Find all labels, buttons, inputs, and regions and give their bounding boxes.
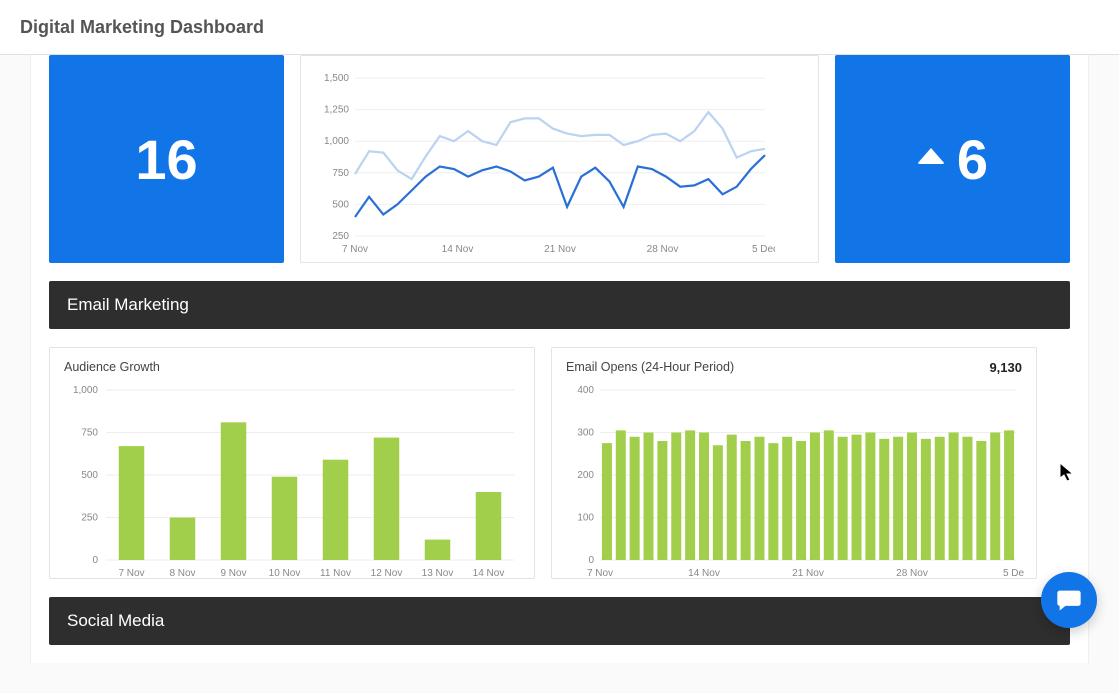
chat-bubble-button[interactable] (1041, 572, 1097, 628)
svg-text:10 Nov: 10 Nov (269, 568, 301, 579)
email-row: Audience Growth 0 250 500 750 1,000 7 Nov 8 No… (49, 347, 1070, 579)
svg-text:28 Nov: 28 Nov (647, 244, 679, 255)
svg-text:14 Nov: 14 Nov (688, 568, 720, 579)
svg-text:750: 750 (81, 428, 98, 439)
line-chart: 250 500 750 1,000 1,250 1,500 7 Nov 14 Nov 21 No… (315, 68, 804, 258)
svg-text:1,000: 1,000 (324, 136, 349, 147)
svg-text:5 Dec: 5 Dec (752, 244, 775, 255)
svg-text:1,000: 1,000 (73, 385, 98, 396)
svg-text:0: 0 (588, 555, 594, 566)
svg-text:7 Nov: 7 Nov (587, 568, 613, 579)
svg-text:7 Nov: 7 Nov (342, 244, 368, 255)
svg-text:8 Nov: 8 Nov (169, 568, 195, 579)
email-opens-total: 9,130 (989, 360, 1022, 375)
svg-text:250: 250 (332, 231, 349, 242)
svg-text:0: 0 (92, 555, 98, 566)
svg-text:9 Nov: 9 Nov (220, 568, 246, 579)
svg-text:300: 300 (577, 428, 594, 439)
email-opens-card[interactable]: Email Opens (24-Hour Period) 9,130 0 100 2… (551, 347, 1037, 579)
audience-growth-title: Audience Growth (64, 360, 520, 374)
svg-text:28 Nov: 28 Nov (896, 568, 928, 579)
svg-text:750: 750 (332, 168, 349, 179)
kpi-right-value: 6 (957, 127, 988, 192)
page-title: Digital Marketing Dashboard (20, 17, 264, 38)
svg-text:11 Nov: 11 Nov (320, 568, 351, 579)
line-chart-card[interactable]: 250 500 750 1,000 1,250 1,500 7 Nov 14 Nov 21 No… (300, 55, 819, 263)
trend-up-icon (917, 148, 945, 164)
content: 16 250 500 750 1,000 1,250 1,500 7 Nov 14 Nov 21… (30, 55, 1089, 663)
email-opens-chart: 0 100 200 300 400 7 Nov 14 Nov 21 Nov 28 Nov 5 De… (566, 384, 1022, 584)
svg-text:500: 500 (332, 199, 349, 210)
topbar: Digital Marketing Dashboard (0, 0, 1119, 55)
svg-text:100: 100 (577, 513, 594, 524)
svg-text:400: 400 (577, 385, 594, 396)
svg-text:1,500: 1,500 (324, 73, 349, 84)
top-row: 16 250 500 750 1,000 1,250 1,500 7 Nov 14 Nov 21… (49, 55, 1070, 263)
svg-text:21 Nov: 21 Nov (544, 244, 576, 255)
svg-text:13 Nov: 13 Nov (422, 568, 454, 579)
svg-text:21 Nov: 21 Nov (792, 568, 824, 579)
svg-text:14 Nov: 14 Nov (442, 244, 474, 255)
svg-text:250: 250 (81, 513, 98, 524)
svg-text:12 Nov: 12 Nov (371, 568, 403, 579)
page: 16 250 500 750 1,000 1,250 1,500 7 Nov 14 Nov 21… (0, 55, 1119, 693)
kpi-left-value: 16 (135, 127, 197, 192)
svg-text:5 Dec: 5 Dec (1003, 568, 1024, 579)
svg-text:500: 500 (81, 470, 98, 481)
svg-text:1,250: 1,250 (324, 105, 349, 116)
svg-text:7 Nov: 7 Nov (118, 568, 144, 579)
audience-growth-chart: 0 250 500 750 1,000 7 Nov 8 Nov 9 Nov 10 Nov 11 N… (64, 384, 520, 584)
section-email-marketing: Email Marketing (49, 281, 1070, 329)
svg-text:200: 200 (577, 470, 594, 481)
audience-growth-card[interactable]: Audience Growth 0 250 500 750 1,000 7 Nov 8 No… (49, 347, 535, 579)
svg-text:14 Nov: 14 Nov (473, 568, 505, 579)
email-opens-title: Email Opens (24-Hour Period) (566, 360, 1022, 374)
kpi-card-right[interactable]: 6 (835, 55, 1070, 263)
kpi-card-left[interactable]: 16 (49, 55, 284, 263)
chat-icon (1055, 586, 1083, 614)
